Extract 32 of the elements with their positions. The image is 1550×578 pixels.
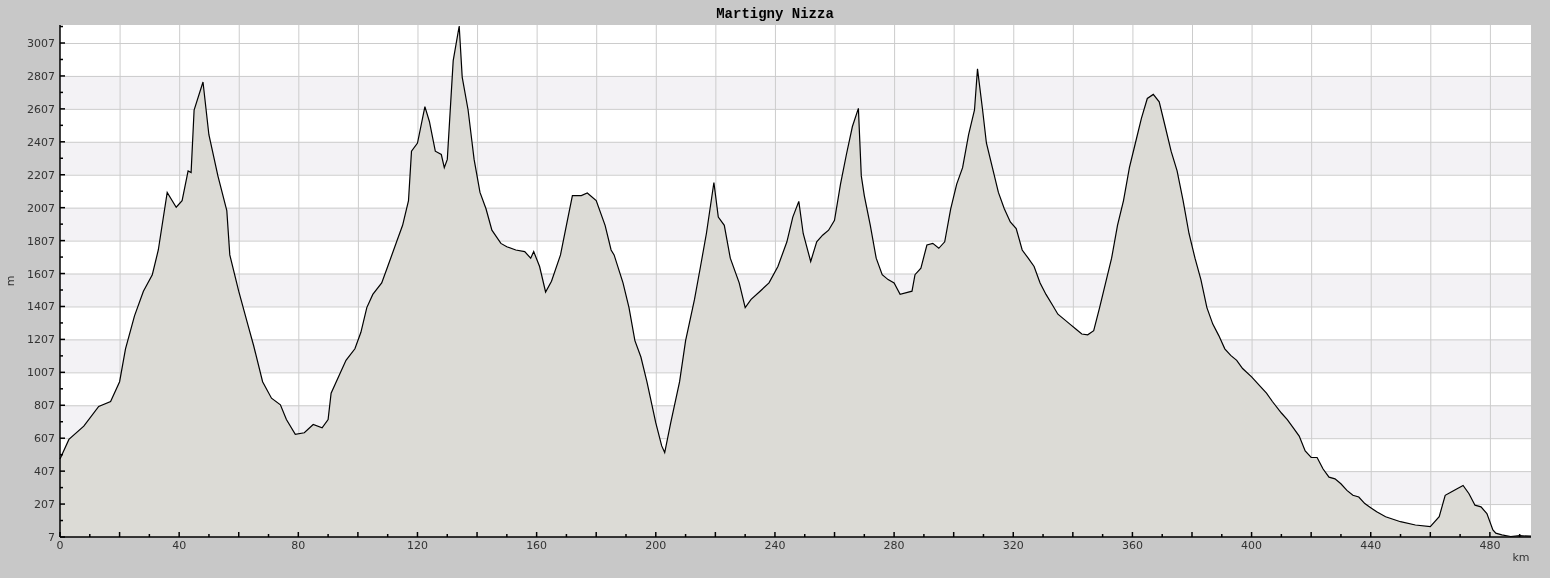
x-axis-label: km bbox=[1512, 551, 1530, 564]
chart-title: Martigny Nizza bbox=[716, 6, 834, 22]
y-tick-label: 607 bbox=[34, 432, 55, 446]
x-tick-label: 280 bbox=[883, 539, 905, 552]
x-tick-label: 200 bbox=[645, 539, 667, 552]
y-tick-label: 2007 bbox=[27, 201, 55, 215]
y-tick-label: 7 bbox=[48, 531, 55, 544]
x-tick-label: 40 bbox=[172, 539, 187, 552]
y-tick-label: 1807 bbox=[27, 234, 55, 248]
x-tick-label: 400 bbox=[1241, 539, 1263, 552]
x-tick-label: 0 bbox=[56, 539, 64, 552]
y-tick-label: 3007 bbox=[27, 37, 55, 50]
y-tick-label: 1407 bbox=[27, 300, 55, 314]
y-tick-label: 2807 bbox=[27, 69, 55, 83]
y-tick-label: 2407 bbox=[27, 135, 55, 149]
y-tick-label: 1207 bbox=[27, 333, 55, 347]
x-tick-label: 480 bbox=[1479, 539, 1501, 552]
y-axis-label: m bbox=[4, 275, 17, 287]
y-tick-label: 207 bbox=[34, 498, 55, 512]
y-tick-label: 1007 bbox=[27, 366, 55, 380]
y-tick-label: 1607 bbox=[27, 267, 55, 281]
y-tick-label: 2607 bbox=[27, 102, 55, 116]
y-tick-label: 407 bbox=[34, 465, 55, 479]
y-tick-label: 2207 bbox=[27, 168, 55, 182]
x-tick-label: 240 bbox=[764, 539, 786, 552]
x-tick-label: 440 bbox=[1360, 539, 1382, 552]
x-tick-label: 320 bbox=[1002, 539, 1024, 552]
y-tick-label: 807 bbox=[34, 399, 55, 413]
x-tick-label: 360 bbox=[1121, 539, 1143, 552]
x-tick-label: 120 bbox=[406, 539, 428, 552]
x-tick-label: 80 bbox=[291, 539, 306, 552]
x-tick-label: 160 bbox=[526, 539, 548, 552]
